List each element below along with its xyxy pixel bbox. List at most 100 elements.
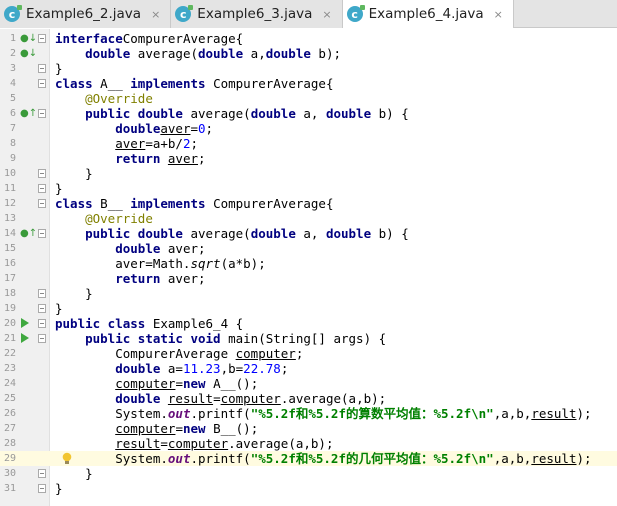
code-token: return (115, 151, 161, 166)
code-token: double (325, 226, 372, 241)
code-token: System. (55, 451, 168, 466)
line-number: 5 (9, 93, 16, 104)
code-text: @Override (55, 91, 153, 106)
code-line[interactable]: 14 ●↑ public double average(double a, dou… (0, 226, 617, 241)
line-number: 9 (9, 153, 16, 164)
code-line[interactable]: 13 @Override (0, 211, 617, 226)
fold-toggle-icon[interactable] (38, 184, 46, 193)
code-line[interactable]: 4 class A__ implements CompurerAverage{ (0, 76, 617, 91)
fold-toggle-icon[interactable] (38, 79, 46, 88)
fold-toggle-icon[interactable] (38, 229, 46, 238)
tab-close-icon[interactable]: × (151, 8, 160, 21)
code-line[interactable]: 15 double aver; (0, 241, 617, 256)
code-text: computer=new A__(); (55, 376, 258, 391)
line-number: 20 (3, 318, 16, 329)
code-token: double (265, 46, 311, 61)
code-token: computer (235, 346, 296, 361)
code-line[interactable]: 26 System.out.printf("%5.2f和%5.2f的算数平均值：… (0, 406, 617, 421)
code-token: @Override (85, 211, 153, 226)
code-line[interactable]: 8 aver=a+b/2; (0, 136, 617, 151)
code-line[interactable]: 25 double result=computer.average(a,b); (0, 391, 617, 406)
code-text: System.out.printf("%5.2f和%5.2f的几何平均值：%5.… (55, 451, 591, 466)
code-token: computer (220, 391, 281, 406)
code-line[interactable]: 19} (0, 301, 617, 316)
overrides-icon[interactable]: ●↑ (20, 228, 37, 239)
code-text: double result=computer.average(a,b); (55, 391, 386, 406)
code-line[interactable]: 27 computer=new B__(); (0, 421, 617, 436)
fold-toggle-icon[interactable] (38, 109, 46, 118)
line-number: 10 (3, 168, 16, 179)
fold-toggle-icon[interactable] (38, 484, 46, 493)
fold-toggle-icon[interactable] (38, 319, 46, 328)
code-token: 22.78 (243, 361, 281, 376)
code-line[interactable]: 10 } (0, 166, 617, 181)
java-class-icon: c (4, 5, 22, 22)
code-line[interactable]: 7 doubleaver=0; (0, 121, 617, 136)
code-line[interactable]: 31} (0, 481, 617, 496)
code-line[interactable]: 2 ●↓ double average(double a,double b); (0, 46, 617, 61)
code-text: aver=Math.sqrt(a*b); (55, 256, 266, 271)
implemented-icon[interactable]: ●↓ (20, 33, 37, 44)
code-token: } (55, 481, 63, 496)
code-text: return aver; (55, 271, 205, 286)
code-token: implements (130, 196, 206, 211)
overrides-icon[interactable]: ●↑ (20, 108, 37, 119)
code-token: double (325, 106, 372, 121)
code-line[interactable]: 17 return aver; (0, 271, 617, 286)
code-line[interactable]: 30 } (0, 466, 617, 481)
code-line[interactable]: 18 } (0, 286, 617, 301)
tab-close-icon[interactable]: × (494, 8, 503, 21)
code-token: A__ (92, 76, 131, 91)
code-line[interactable]: 1 ●↓ interfaceCompurerAverage{ (0, 31, 617, 46)
code-line[interactable]: 24 computer=new A__(); (0, 376, 617, 391)
fold-toggle-icon[interactable] (38, 289, 46, 298)
code-line[interactable]: 16 aver=Math.sqrt(a*b); (0, 256, 617, 271)
code-line[interactable]: 6 ●↑ public double average(double a, doub… (0, 106, 617, 121)
code-token: CompurerAverage{ (205, 196, 334, 211)
tab-example6_3-java[interactable]: c Example6_3.java × (171, 0, 343, 28)
code-line[interactable]: 21 public static void main(String[] args… (0, 331, 617, 346)
code-token: (a*b); (220, 256, 266, 271)
line-number: 7 (9, 123, 16, 134)
code-line[interactable]: 3} (0, 61, 617, 76)
code-token: ; (280, 361, 289, 376)
line-number: 12 (3, 198, 16, 209)
code-editor[interactable]: 1 ●↓ interfaceCompurerAverage{2 ●↓ double a… (0, 29, 617, 506)
fold-toggle-icon[interactable] (38, 169, 46, 178)
tab-example6_2-java[interactable]: c Example6_2.java × (0, 0, 172, 28)
fold-toggle-icon[interactable] (38, 64, 46, 73)
fold-toggle-icon[interactable] (38, 469, 46, 478)
tab-example6_4-java[interactable]: c Example6_4.java × (342, 0, 514, 29)
code-token: B__ (92, 196, 131, 211)
code-text: @Override (55, 211, 153, 226)
code-line[interactable]: 22 CompurerAverage computer; (0, 346, 617, 361)
code-line[interactable]: 29 System.out.printf("%5.2f和%5.2f的几何平均值：… (0, 451, 617, 466)
code-token: CompurerAverage (55, 346, 236, 361)
code-token: result (115, 436, 161, 451)
fold-toggle-icon[interactable] (38, 304, 46, 313)
implemented-icon[interactable]: ●↓ (20, 48, 37, 59)
fold-toggle-icon[interactable] (38, 334, 46, 343)
code-line[interactable]: 28 result=computer.average(a,b); (0, 436, 617, 451)
code-token: = (160, 436, 168, 451)
run-icon[interactable] (21, 333, 29, 343)
code-line[interactable]: 23 double a=11.23,b=22.78; (0, 361, 617, 376)
code-line[interactable]: 20 public class Example6_4 { (0, 316, 617, 331)
code-line[interactable]: 9 return aver; (0, 151, 617, 166)
code-text: double a=11.23,b=22.78; (55, 361, 288, 376)
code-line[interactable]: 12 class B__ implements CompurerAverage{ (0, 196, 617, 211)
code-token: sqrt (190, 256, 221, 271)
code-token: 11.23 (182, 361, 221, 376)
fold-toggle-icon[interactable] (38, 34, 46, 43)
code-token: .average(a,b); (280, 391, 387, 406)
line-number: 3 (9, 63, 16, 74)
code-token: a, (243, 46, 266, 61)
code-line[interactable]: 5 @Override (0, 91, 617, 106)
fold-toggle-icon[interactable] (38, 199, 46, 208)
line-number: 22 (3, 348, 16, 359)
code-line[interactable]: 11} (0, 181, 617, 196)
tab-close-icon[interactable]: × (322, 8, 331, 21)
run-icon[interactable] (21, 318, 29, 328)
